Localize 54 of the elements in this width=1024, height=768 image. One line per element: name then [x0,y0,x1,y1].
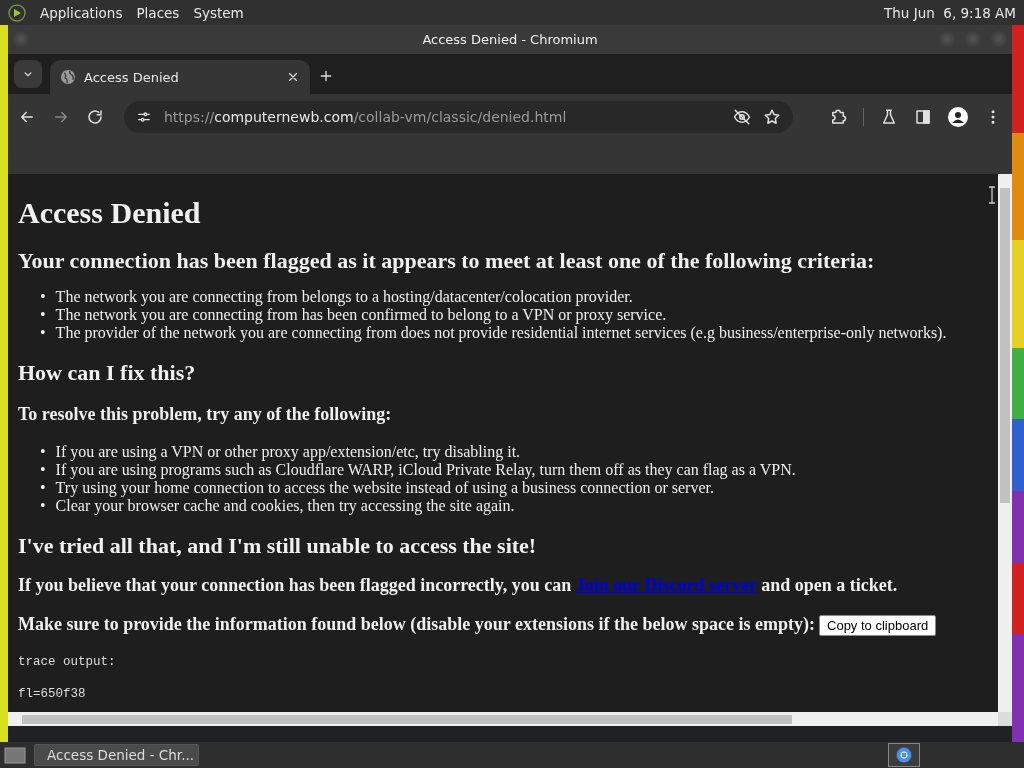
window-title: Access Denied - Chromium [422,32,598,47]
panel-clock[interactable]: Thu Jun 6, 9:18 AM [884,4,1016,21]
new-tab-button[interactable] [318,68,334,84]
trace-output: fl=650f38 [18,686,87,703]
subheading: To resolve this problem, try any of the following: [18,404,393,425]
eye-slash-icon[interactable] [733,107,751,126]
bullet: • [40,306,46,324]
section-heading: I've tried all that, and I'm still unable to access the site! [18,533,538,559]
vertical-scrollbar[interactable] [998,174,1012,712]
list-item: The provider of the network you are connecting from does not provide residential internet services (e.g business/enterprise-only networks). [55,324,947,342]
section-heading: How can I fix this? [18,360,197,386]
panel-menu[interactable]: System [193,4,244,21]
panel-menu[interactable]: Applications [40,4,123,21]
bullet: • [40,497,46,515]
taskbar-item[interactable]: Access Denied - Chr... [34,744,199,766]
reload-icon[interactable] [86,107,104,126]
bullet: • [40,479,46,497]
text-cursor-icon [988,186,996,204]
list-item: Clear your browser cache and cookies, then try accessing the site again. [55,497,515,515]
star-icon[interactable] [763,107,781,126]
puzzle-icon[interactable] [829,107,847,126]
list-item: Try using your home connection to access the website instead of using a business connection or server. [55,479,714,497]
tab-title: Access Denied [84,69,180,85]
bullet: • [40,443,46,461]
logo-icon[interactable] [8,3,26,22]
plus-icon [318,68,334,84]
globe-icon [60,69,76,85]
bullet: • [40,324,46,342]
folder-icon[interactable] [4,745,26,765]
horizontal-scrollbar[interactable] [8,712,998,726]
flask-icon[interactable] [880,107,898,126]
panel-menu[interactable]: Places [136,4,180,21]
trace-output: trace output: [18,654,117,671]
paragraph: If you believe that your connection has been flagged incorrectly, you can Join our Discord server and open a ticket. [18,575,899,596]
workspace-switcher[interactable] [888,743,920,767]
address-bar[interactable]: https://computernewb.com/collab-vm/classic/denied.html [124,100,793,133]
bullet: • [40,461,46,479]
list-item: If you are using a VPN or other proxy app/extension/etc, try disabling it. [55,443,521,461]
profile-icon[interactable] [948,106,968,127]
list-item: If you are using programs such as Cloudflare WARP, iCloud Private Relay, turn them off as they can flag as a VPN. [55,461,796,479]
section-heading: Your connection has been flagged as it appears to meet at least one of the following criteria: [18,248,876,274]
list-item: The network you are connecting from belongs to a hosting/datacenter/colocation provider. [55,288,633,306]
browser-tab[interactable]: Access Denied [50,60,310,94]
copy-button[interactable]: Copy to clipboard [819,615,937,637]
taskbar-label: Access Denied - Chr... [47,747,194,763]
url-text: https://computernewb.com/collab-vm/classic/denied.html [164,108,568,125]
paragraph: Make sure to provide the information found below (disable your extensions if the below space is empty): [18,614,815,634]
page-heading: Access Denied [18,196,202,230]
browser-icon [896,747,912,763]
side-panel-icon[interactable] [914,107,932,126]
bullet: • [40,288,46,306]
scrollbar-corner [998,712,1012,726]
list-item: The network you are connecting from has been confirmed to belong to a VPN or proxy service. [55,306,667,324]
close-icon[interactable] [286,70,300,84]
